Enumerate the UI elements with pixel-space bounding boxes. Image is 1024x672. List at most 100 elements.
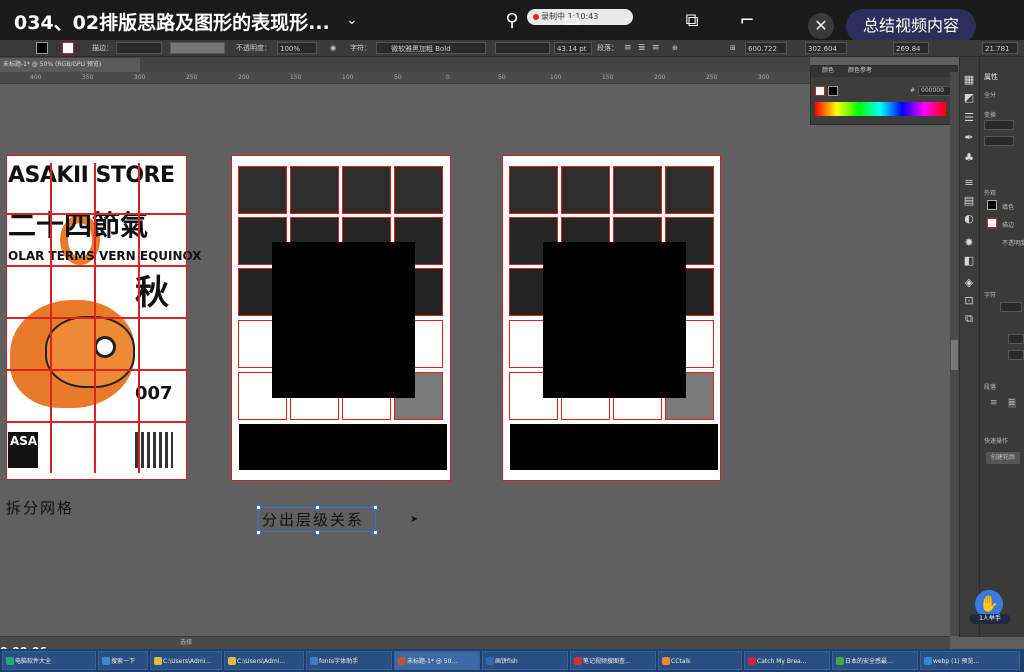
stroke-chip[interactable] xyxy=(815,86,825,96)
font-family-field[interactable]: 微软雅黑加粗 Bold xyxy=(376,42,486,54)
tab-color-guide[interactable]: 颜色参考 xyxy=(848,66,872,76)
taskbar-item[interactable]: 搜索一下 xyxy=(98,651,148,670)
taskbar-item[interactable]: fonts字体助手 xyxy=(306,651,392,670)
properties-title[interactable]: 属性 xyxy=(984,72,998,82)
horizontal-scrollbar[interactable] xyxy=(0,636,950,649)
crop-icon[interactable]: ⌐ xyxy=(735,9,759,33)
properties-icon[interactable]: ▦ xyxy=(961,72,977,88)
create-outlines-button[interactable]: 创建轮廓 xyxy=(986,452,1020,464)
h-field[interactable]: 21.781 xyxy=(982,42,1018,54)
libraries-icon[interactable]: ◩ xyxy=(961,90,977,106)
transform-icon[interactable]: ⊕ xyxy=(672,42,678,54)
ruler-tick: 400 xyxy=(30,74,42,81)
image-viewer-icon xyxy=(924,657,932,665)
selection-handle[interactable] xyxy=(256,505,261,510)
links-icon[interactable]: ⧉ xyxy=(961,311,977,327)
taskbar-item[interactable]: Catch My Brea... xyxy=(744,651,830,670)
taskbar-item[interactable]: 画饼fish xyxy=(482,651,568,670)
transform-y-field[interactable] xyxy=(984,136,1014,146)
appearance-fill-swatch[interactable] xyxy=(987,200,997,210)
selection-handle[interactable] xyxy=(256,530,261,535)
transform-x-field[interactable] xyxy=(984,120,1014,130)
vertical-scroll-thumb[interactable] xyxy=(951,340,958,370)
char-size-field[interactable] xyxy=(1008,334,1024,344)
hex-field[interactable]: 000000 xyxy=(918,86,952,96)
graphic-styles-icon[interactable]: ◧ xyxy=(961,253,977,269)
app-icon xyxy=(486,657,494,665)
opacity-prop-label: 不透明度 xyxy=(1002,240,1024,247)
tab-color[interactable]: 颜色 xyxy=(822,66,834,76)
color-spectrum-slider[interactable] xyxy=(815,102,946,116)
artboards-icon[interactable]: ⊡ xyxy=(961,293,977,309)
ruler-tick: 200 xyxy=(238,74,250,81)
appearance-icon[interactable]: ✸ xyxy=(961,235,977,251)
para-align-center-icon[interactable]: ≣ xyxy=(1008,398,1016,408)
taskbar-item[interactable]: CCtalk xyxy=(658,651,742,670)
fill-chip[interactable] xyxy=(828,86,838,96)
symbol-icon[interactable]: ♣ xyxy=(961,150,977,166)
taskbar-item[interactable]: C:\Users\Admi... xyxy=(150,651,222,670)
taskbar-item[interactable]: 未标题-1* @ 50... xyxy=(394,651,480,670)
stroke-weight-field[interactable] xyxy=(116,42,162,54)
variable-width-field[interactable] xyxy=(170,42,225,54)
transparency-icon[interactable]: ◐ xyxy=(961,211,977,227)
taskbar-item-label: 笔记视频搜图查... xyxy=(583,658,631,665)
layers-stack-icon[interactable]: ☰ xyxy=(961,110,977,126)
para-align-left-icon[interactable]: ≡ xyxy=(990,398,998,408)
selection-handle[interactable] xyxy=(315,530,320,535)
font-style-field[interactable] xyxy=(495,42,550,54)
taskbar-item-label: 搜索一下 xyxy=(111,658,136,665)
ruler-tick: 250 xyxy=(706,74,718,81)
raise-hand-count: 1人举手 xyxy=(970,614,1010,624)
app-icon xyxy=(102,657,110,665)
summarize-video-button[interactable]: 总结视频内容 xyxy=(846,9,976,43)
tree-icon[interactable]: ⚲ xyxy=(500,9,524,33)
selection-handle[interactable] xyxy=(373,530,378,535)
grid-artboard-1[interactable] xyxy=(231,155,451,481)
y-field[interactable]: 302.604 xyxy=(805,42,847,54)
char-font-field[interactable] xyxy=(1000,302,1022,312)
grid-artboard-2[interactable] xyxy=(502,155,721,481)
reference-point-icon[interactable]: ⊞ xyxy=(730,42,736,54)
document-tab[interactable]: 未标题-1* @ 50% (RGB/GPU 预览) xyxy=(0,58,140,72)
appearance-stroke-swatch[interactable] xyxy=(987,218,997,228)
align-left-icon[interactable]: ≡ xyxy=(624,42,632,54)
ruler-tick: 100 xyxy=(550,74,562,81)
w-field[interactable]: 269.84 xyxy=(893,42,929,54)
taskbar-item[interactable]: 电脑软件大全 xyxy=(2,651,96,670)
taskbar-item[interactable]: C:\Users\Admi... xyxy=(224,651,304,670)
layers-icon[interactable]: ◈ xyxy=(961,275,977,291)
hash-icon: # xyxy=(910,87,916,94)
taskbar-item-label: 电脑软件大全 xyxy=(15,658,52,665)
taskbar-item[interactable]: 笔记视频搜图查... xyxy=(570,651,656,670)
ruler-tick: 200 xyxy=(654,74,666,81)
poster-grid-overlay xyxy=(6,155,187,480)
split-grid-label[interactable]: 拆分网格 xyxy=(6,497,74,518)
selection-handle[interactable] xyxy=(373,505,378,510)
ruler-tick: 50 xyxy=(394,74,402,81)
taskbar-item-label: Catch My Brea... xyxy=(757,658,807,665)
illustrator-icon xyxy=(398,657,406,665)
close-icon[interactable]: ✕ xyxy=(808,13,834,39)
stroke-swatch[interactable] xyxy=(62,42,74,54)
fill-swatch[interactable] xyxy=(36,42,48,54)
taskbar-item[interactable]: 日本的安全感最... xyxy=(832,651,918,670)
char-label: 字符： xyxy=(350,44,371,52)
opacity-label: 不透明度： xyxy=(236,44,271,52)
brush-icon[interactable]: ✒ xyxy=(961,130,977,146)
taskbar-item[interactable]: webp (1) 预览... xyxy=(920,651,1020,670)
align-right-icon[interactable]: ≡ xyxy=(652,42,660,54)
font-size-field[interactable]: 43.14 pt xyxy=(554,42,592,54)
opacity-field[interactable]: 100% xyxy=(277,42,317,54)
section-quick-actions: 快速操作 xyxy=(984,438,1009,445)
picture-in-picture-icon[interactable]: ⧉ xyxy=(680,9,704,33)
chevron-down-icon[interactable]: ⌄ xyxy=(346,12,358,28)
char-leading-field[interactable] xyxy=(1008,350,1024,360)
stroke-panel-icon[interactable]: ≡ xyxy=(961,175,977,191)
gradient-icon[interactable]: ▤ xyxy=(961,193,977,209)
align-center-icon[interactable]: ≣ xyxy=(638,42,646,54)
style-icon[interactable]: ◉ xyxy=(330,42,336,54)
x-field[interactable]: 600.722 xyxy=(745,42,787,54)
record-stop-icon[interactable]: ▭ xyxy=(560,9,584,33)
layering-label[interactable]: 分出层级关系 xyxy=(262,509,364,530)
